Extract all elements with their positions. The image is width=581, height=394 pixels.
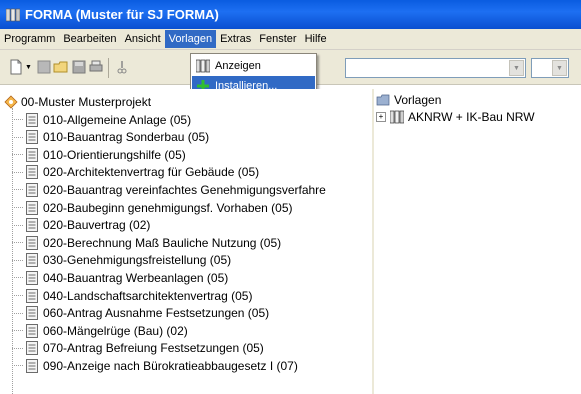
disk-icon[interactable] (71, 59, 87, 75)
expand-plus-icon[interactable]: + (376, 112, 386, 122)
tree-item-label: 020-Berechnung Maß Bauliche Nutzung (05) (43, 235, 282, 250)
tree-root-label: 00-Muster Musterprojekt (21, 94, 152, 109)
templates-root[interactable]: Vorlagen (376, 93, 441, 107)
tree-item[interactable]: 010-Allgemeine Anlage (05) (12, 111, 191, 128)
tree-connector (12, 207, 23, 208)
document-icon (26, 112, 38, 127)
tree-item[interactable]: 020-Bauantrag vereinfachtes Genehmigungs… (12, 181, 326, 198)
tree-item[interactable]: 020-Architektenvertrag für Gebäude (05) (12, 164, 259, 181)
tree-item-label: 070-Antrag Befreiung Festsetzungen (05) (43, 341, 264, 356)
menu-hilfe[interactable]: Hilfe (301, 30, 331, 48)
project-icon (4, 94, 18, 109)
tree-item-label: 060-Mängelrüge (Bau) (02) (43, 323, 188, 338)
document-icon (26, 130, 38, 145)
menu-ansicht[interactable]: Ansicht (121, 30, 165, 48)
tree-item[interactable]: 040-Landschaftsarchitektenvertrag (05) (12, 287, 252, 304)
toolbar-separator (108, 58, 109, 78)
tree-item[interactable]: 010-Orientierungshilfe (05) (12, 146, 186, 163)
document-icon (26, 358, 38, 373)
save-icon[interactable] (36, 59, 52, 75)
tree-connector (12, 242, 23, 244)
combo-arrow-icon[interactable]: ▼ (509, 60, 524, 76)
window-title: FORMA (Muster für SJ FORMA) (25, 7, 219, 22)
tree-item[interactable]: 020-Bauvertrag (02) (12, 217, 150, 234)
tree-item-label: 030-Genehmigungsfreistellung (05) (43, 253, 232, 268)
document-icon (26, 147, 38, 162)
document-icon (26, 253, 38, 268)
tree-item[interactable]: 070-Antrag Befreiung Festsetzungen (05) (12, 340, 264, 357)
menu-vorlagen[interactable]: Vorlagen (164, 30, 217, 48)
templates-child[interactable]: + AKNRW + IK-Bau NRW (376, 110, 535, 124)
tree-item-label: 020-Architektenvertrag für Gebäude (05) (43, 165, 260, 180)
document-icon (26, 306, 38, 321)
project-tree-pane[interactable]: 00-Muster Musterprojekt 010-Allgemeine A… (0, 89, 373, 394)
templates-folder-icon (376, 94, 390, 106)
open-folder-icon[interactable] (53, 59, 69, 75)
tree-item-label: 020-Bauantrag vereinfachtes Genehmigungs… (43, 182, 326, 197)
tree-item[interactable]: 040-Bauantrag Werbeanlagen (05) (12, 269, 228, 286)
tree-connector (12, 136, 23, 138)
menu-fenster[interactable]: Fenster (255, 30, 300, 48)
tree-connector (12, 277, 23, 279)
templates-tree-pane[interactable]: Vorlagen + AKNRW + IK-Bau NRW (374, 89, 581, 394)
small-combo-arrow-icon[interactable]: ▼ (552, 60, 567, 76)
tree-item[interactable]: 060-Mängelrüge (Bau) (02) (12, 322, 188, 339)
menu-bearbeiten[interactable]: Bearbeiten (59, 30, 120, 48)
menu-item-anzeigen[interactable]: Anzeigen (192, 56, 315, 76)
title-bar[interactable]: FORMA (Muster für SJ FORMA) (0, 0, 581, 29)
tree-item-label: 020-Baubeginn genehmigungsf. Vorhaben (0… (43, 200, 293, 215)
tree-connector (12, 330, 23, 332)
tree-item-label: 040-Landschaftsarchitektenvertrag (05) (43, 288, 253, 303)
tree-item-label: 090-Anzeige nach Bürokratieabbaugesetz I… (43, 358, 298, 373)
tree-item[interactable]: 020-Berechnung Maß Bauliche Nutzung (05) (12, 234, 281, 251)
tree-item-label: 010-Orientierungshilfe (05) (43, 147, 186, 162)
tree-connector (12, 154, 23, 156)
document-icon (26, 270, 38, 285)
cut-icon[interactable] (114, 59, 130, 75)
templates-child-label: AKNRW + IK-Bau NRW (408, 110, 535, 124)
tree-item[interactable]: 060-Antrag Ausnahme Festsetzungen (05) (12, 305, 269, 322)
tree-root[interactable]: 00-Muster Musterprojekt (4, 93, 151, 110)
tree-item-label: 010-Allgemeine Anlage (05) (43, 112, 192, 127)
tree-item-label: 060-Antrag Ausnahme Festsetzungen (05) (43, 306, 270, 321)
document-icon (26, 323, 38, 338)
tree-item-label: 040-Bauantrag Werbeanlagen (05) (43, 270, 229, 285)
tree-connector (12, 189, 23, 191)
tree-item[interactable]: 010-Bauantrag Sonderbau (05) (12, 129, 209, 146)
app-icon (6, 8, 20, 21)
document-icon (26, 341, 38, 356)
document-icon (26, 200, 38, 215)
toolbar-small-combo-box[interactable]: ▼ (531, 58, 569, 78)
menu-bar: Programm Bearbeiten Ansicht Vorlagen Ext… (0, 29, 581, 50)
document-icon (26, 182, 38, 197)
new-document-icon[interactable] (8, 59, 24, 75)
tree-item[interactable]: 020-Baubeginn genehmigungsf. Vorhaben (0… (12, 199, 293, 216)
tree-item[interactable]: 030-Genehmigungsfreistellung (05) (12, 252, 231, 269)
document-icon (26, 218, 38, 233)
menu-item-anzeigen-label: Anzeigen (215, 60, 261, 72)
tree-connector (12, 365, 23, 367)
new-dropdown-arrow-icon[interactable]: ▼ (25, 64, 32, 71)
print-icon[interactable] (88, 59, 104, 75)
book-icon (195, 58, 211, 74)
tree-connector (12, 312, 23, 314)
tree-connector (12, 171, 23, 173)
document-icon (26, 165, 38, 180)
tree-item-label: 010-Bauantrag Sonderbau (05) (43, 130, 210, 145)
tree-connector (12, 259, 23, 261)
book-icon (390, 110, 404, 124)
menu-extras[interactable]: Extras (216, 30, 255, 48)
tree-item-label: 020-Bauvertrag (02) (43, 218, 151, 233)
templates-root-label: Vorlagen (394, 93, 442, 107)
toolbar-combo-box[interactable]: ▼ (345, 58, 526, 78)
document-icon (26, 235, 38, 250)
tree-connector (12, 347, 23, 349)
tree-connector (12, 224, 23, 226)
tree-connector (12, 295, 23, 296)
document-icon (26, 288, 38, 303)
tree-connector (12, 119, 23, 120)
menu-programm[interactable]: Programm (0, 30, 59, 48)
tree-item[interactable]: 090-Anzeige nach Bürokratieabbaugesetz I… (12, 357, 298, 374)
